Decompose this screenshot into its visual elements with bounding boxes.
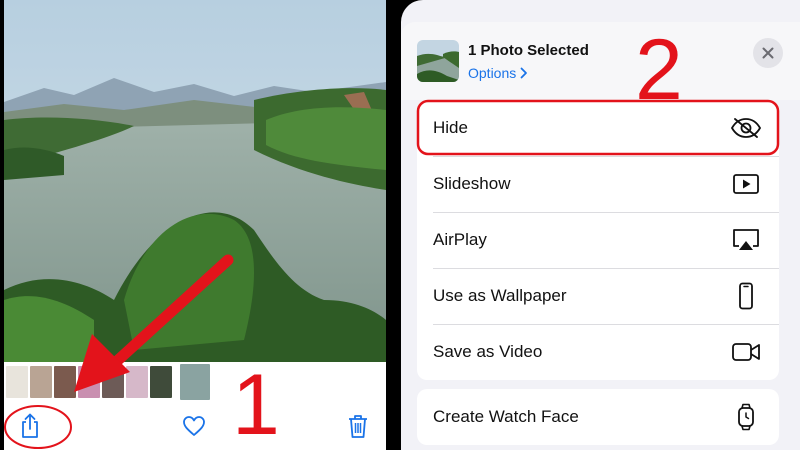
share-icon[interactable]	[16, 412, 44, 440]
action-label: AirPlay	[433, 230, 487, 249]
thumbnail[interactable]	[150, 366, 172, 398]
share-sheet-header: 1 Photo Selected Options	[401, 22, 800, 100]
options-label: Options	[468, 65, 517, 81]
close-icon	[762, 47, 774, 59]
action-label: Save as Video	[433, 342, 543, 361]
action-label: Use as Wallpaper	[433, 286, 567, 305]
action-label: Create Watch Face	[433, 407, 579, 426]
action-label: Hide	[433, 118, 468, 137]
landscape-photo	[4, 0, 386, 362]
phone-icon	[729, 282, 763, 310]
action-group-primary: Hide Slideshow AirPlay Use as Wallpaper …	[417, 100, 779, 380]
action-create-watch-face[interactable]: Create Watch Face	[417, 389, 779, 445]
photos-app-screen	[4, 0, 386, 450]
step-number-2: 2	[635, 22, 683, 118]
photos-toolbar	[4, 402, 386, 450]
close-button[interactable]	[753, 38, 783, 68]
thumbnail[interactable]	[102, 366, 124, 398]
action-airplay[interactable]: AirPlay	[417, 212, 779, 268]
action-label: Slideshow	[433, 174, 511, 193]
thumbnail-strip[interactable]	[4, 362, 386, 402]
airplay-icon	[729, 226, 763, 254]
watch-icon	[729, 403, 763, 431]
photo-viewer[interactable]	[4, 0, 386, 362]
action-slideshow[interactable]: Slideshow	[417, 156, 779, 212]
selected-photo-thumbnail	[417, 40, 459, 82]
trash-icon[interactable]	[344, 412, 372, 440]
thumbnail[interactable]	[126, 366, 148, 398]
action-use-as-wallpaper[interactable]: Use as Wallpaper	[417, 268, 779, 324]
action-group-secondary: Create Watch Face	[417, 389, 779, 445]
video-camera-icon	[729, 338, 763, 366]
action-save-as-video[interactable]: Save as Video	[417, 324, 779, 380]
heart-icon[interactable]	[180, 412, 208, 440]
options-link[interactable]: Options	[468, 65, 528, 81]
thumbnail[interactable]	[54, 366, 76, 398]
share-sheet-screen: 1 Photo Selected Options Hide Slideshow …	[401, 0, 800, 450]
thumbnail[interactable]	[30, 366, 52, 398]
screenshot-stage: 1 Photo Selected Options Hide Slideshow …	[0, 0, 800, 450]
thumbnail[interactable]	[6, 366, 28, 398]
sheet-title: 1 Photo Selected	[468, 42, 589, 59]
action-hide[interactable]: Hide	[417, 100, 779, 156]
play-icon	[729, 170, 763, 198]
thumbnail-current[interactable]	[180, 364, 210, 400]
chevron-right-icon	[520, 67, 528, 79]
eye-slash-icon	[729, 114, 763, 142]
step-number-1: 1	[232, 357, 280, 450]
thumbnail[interactable]	[78, 366, 100, 398]
